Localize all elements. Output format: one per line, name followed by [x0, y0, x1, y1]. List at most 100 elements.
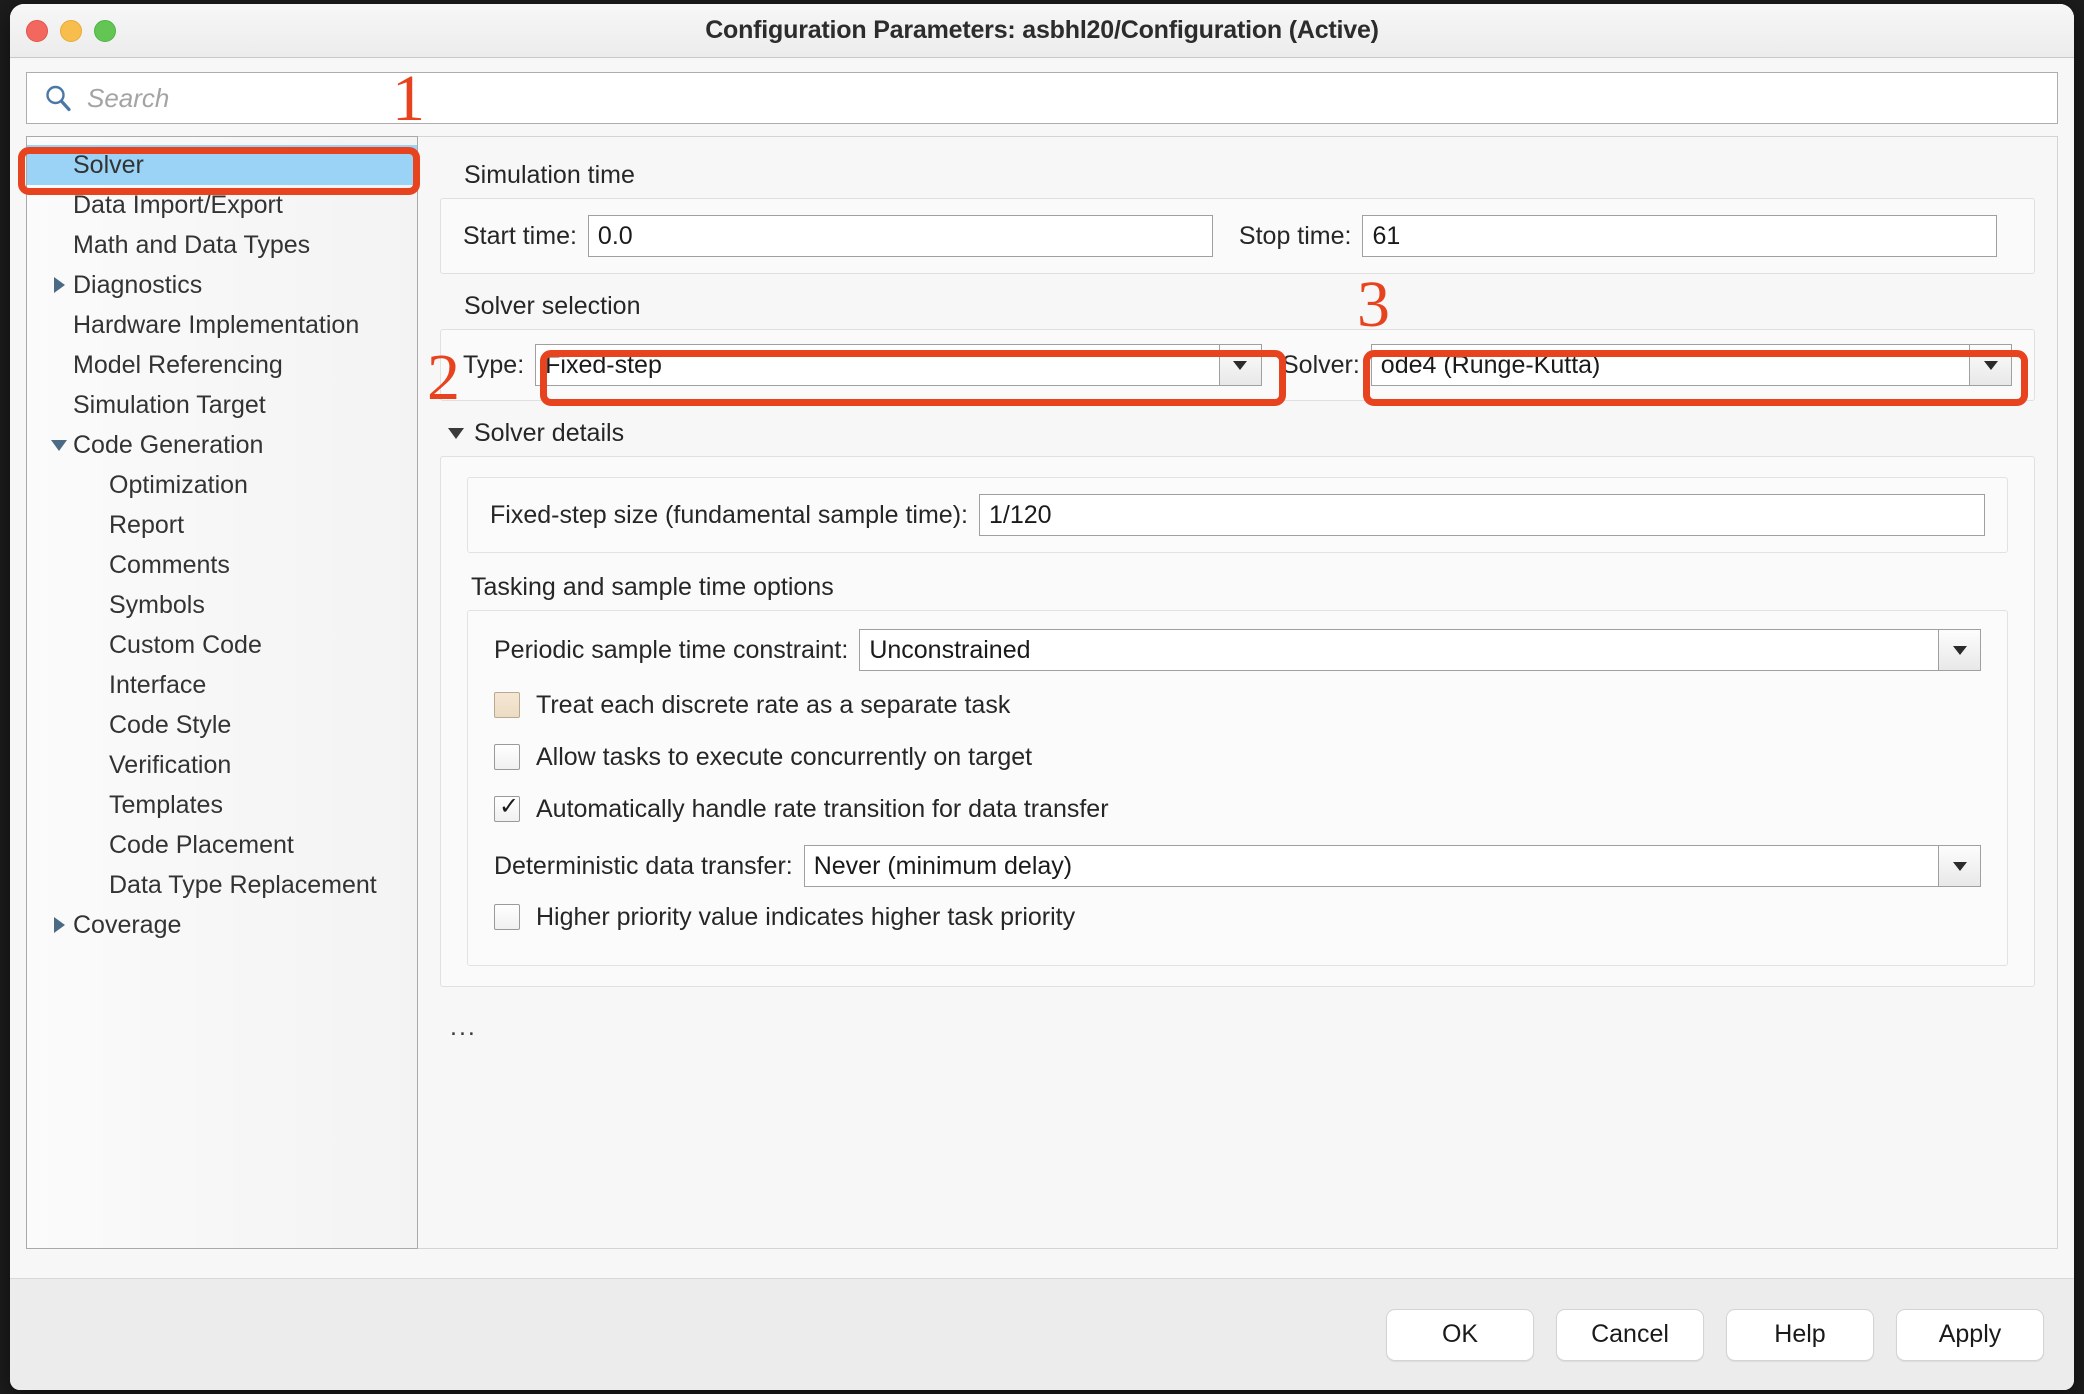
- treat-discrete-rate-label: Treat each discrete rate as a separate t…: [536, 690, 1011, 719]
- auto-rate-transition-checkbox[interactable]: ✓: [494, 793, 520, 822]
- chevron-right-icon[interactable]: [49, 277, 69, 293]
- dialog-button-bar: OK Cancel Help Apply: [10, 1278, 2074, 1390]
- solver-settings-pane: Simulation time Start time: 0.0 Stop tim…: [418, 136, 2058, 1249]
- tasking-options-group: Periodic sample time constraint: Unconst…: [467, 610, 2008, 966]
- settings-tree[interactable]: Solver Data Import/Export Math and Data …: [26, 136, 418, 1249]
- solver-details-disclosure[interactable]: Solver details: [448, 419, 2035, 448]
- sidebar-item-solver[interactable]: Solver: [27, 145, 417, 185]
- chevron-down-icon[interactable]: [1969, 345, 2011, 385]
- higher-priority-row[interactable]: Higher priority value indicates higher t…: [494, 891, 1981, 943]
- sidebar-item-label: Interface: [109, 670, 207, 699]
- sidebar-item-code-generation[interactable]: Code Generation: [27, 425, 417, 465]
- configuration-parameters-window: Configuration Parameters: asbhl20/Config…: [10, 4, 2074, 1390]
- sidebar-item-label: Code Style: [109, 710, 232, 739]
- solver-type-label: Type:: [463, 350, 525, 379]
- sidebar-item-label: Coverage: [73, 910, 182, 939]
- periodic-sample-time-combo[interactable]: Unconstrained: [859, 629, 1981, 671]
- help-button[interactable]: Help: [1726, 1308, 1874, 1361]
- simulation-time-row: Start time: 0.0 Stop time: 61: [463, 215, 2012, 257]
- stop-time-label: Stop time:: [1238, 221, 1352, 250]
- start-time-field[interactable]: 0.0: [587, 215, 1213, 257]
- sidebar-item-templates[interactable]: Templates: [27, 785, 417, 825]
- chevron-down-icon[interactable]: [1938, 630, 1980, 670]
- sidebar-item-label: Simulation Target: [73, 390, 266, 419]
- sidebar-item-coverage[interactable]: Coverage: [27, 905, 417, 945]
- stop-time-field[interactable]: 61: [1362, 215, 1998, 257]
- sidebar-item-label: Custom Code: [109, 630, 262, 659]
- sidebar-item-math-and-data-types[interactable]: Math and Data Types: [27, 225, 417, 265]
- solver-combo[interactable]: ode4 (Runge-Kutta): [1370, 344, 2012, 386]
- chevron-down-icon[interactable]: [49, 439, 69, 451]
- chevron-right-icon[interactable]: [49, 917, 69, 933]
- sidebar-item-label: Templates: [109, 790, 223, 819]
- sidebar-item-report[interactable]: Report: [27, 505, 417, 545]
- sidebar-item-label: Hardware Implementation: [73, 310, 360, 339]
- sidebar-item-data-type-replacement[interactable]: Data Type Replacement: [27, 865, 417, 905]
- traffic-light-buttons: [26, 19, 116, 42]
- sidebar-item-interface[interactable]: Interface: [27, 665, 417, 705]
- solver-type-combo[interactable]: Fixed-step: [535, 344, 1262, 386]
- search-icon: [46, 85, 71, 112]
- checkmark-icon: ✓: [499, 793, 520, 820]
- window-body: Search Solver Data Import/Export Math an…: [10, 58, 2074, 1278]
- cancel-button[interactable]: Cancel: [1556, 1308, 1704, 1361]
- search-input[interactable]: Search: [26, 72, 2058, 124]
- minimize-window-button[interactable]: [60, 19, 82, 42]
- allow-concurrent-tasks-checkbox[interactable]: [494, 744, 520, 770]
- deterministic-data-transfer-label: Deterministic data transfer:: [494, 851, 793, 880]
- sidebar-item-diagnostics[interactable]: Diagnostics: [27, 265, 417, 305]
- close-window-button[interactable]: [26, 19, 48, 42]
- fixed-step-group: Fixed-step size (fundamental sample time…: [467, 477, 2008, 553]
- solver-details-group: Fixed-step size (fundamental sample time…: [440, 456, 2035, 987]
- more-options-ellipsis[interactable]: ...: [450, 1013, 2035, 1042]
- periodic-sample-time-label: Periodic sample time constraint:: [494, 635, 849, 664]
- sidebar-item-verification[interactable]: Verification: [27, 745, 417, 785]
- start-time-label: Start time:: [463, 221, 577, 250]
- main-split: Solver Data Import/Export Math and Data …: [26, 136, 2058, 1249]
- apply-button[interactable]: Apply: [1896, 1308, 2044, 1361]
- window-title: Configuration Parameters: asbhl20/Config…: [705, 16, 1379, 44]
- deterministic-data-transfer-combo[interactable]: Never (minimum delay): [803, 845, 1981, 887]
- deterministic-data-transfer-row: Deterministic data transfer: Never (mini…: [494, 845, 1981, 887]
- sidebar-item-symbols[interactable]: Symbols: [27, 585, 417, 625]
- chevron-down-icon[interactable]: [448, 428, 464, 439]
- auto-rate-transition-row[interactable]: ✓ Automatically handle rate transition f…: [494, 783, 1981, 835]
- sidebar-item-custom-code[interactable]: Custom Code: [27, 625, 417, 665]
- treat-discrete-rate-checkbox[interactable]: [494, 692, 520, 718]
- sidebar-item-label: Diagnostics: [73, 270, 203, 299]
- search-placeholder: Search: [87, 82, 170, 113]
- sidebar-item-label: Report: [109, 510, 185, 539]
- allow-concurrent-tasks-row[interactable]: Allow tasks to execute concurrently on t…: [494, 731, 1981, 783]
- treat-discrete-rate-row[interactable]: Treat each discrete rate as a separate t…: [494, 679, 1981, 731]
- sidebar-item-label: Data Import/Export: [73, 190, 283, 219]
- fixed-step-size-field[interactable]: 1/120: [978, 494, 1985, 536]
- sidebar-item-label: Optimization: [109, 470, 248, 499]
- allow-concurrent-tasks-label: Allow tasks to execute concurrently on t…: [536, 742, 1033, 771]
- simulation-time-heading: Simulation time: [464, 161, 635, 189]
- sidebar-item-hardware-implementation[interactable]: Hardware Implementation: [27, 305, 417, 345]
- sidebar-item-optimization[interactable]: Optimization: [27, 465, 417, 505]
- sidebar-item-data-import-export[interactable]: Data Import/Export: [27, 185, 417, 225]
- fixed-step-size-label: Fixed-step size (fundamental sample time…: [490, 500, 968, 529]
- sidebar-item-simulation-target[interactable]: Simulation Target: [27, 385, 417, 425]
- solver-selection-group: Type: Fixed-step Solver: ode4 (Runge-Kut…: [440, 329, 2035, 401]
- sidebar-item-label: Data Type Replacement: [109, 870, 377, 899]
- zoom-window-button[interactable]: [94, 19, 116, 42]
- periodic-sample-time-value: Unconstrained: [869, 635, 1031, 664]
- solver-value: ode4 (Runge-Kutta): [1380, 350, 1601, 379]
- sidebar-item-comments[interactable]: Comments: [27, 545, 417, 585]
- solver-type-value: Fixed-step: [545, 350, 662, 379]
- simulation-time-group: Start time: 0.0 Stop time: 61: [440, 198, 2035, 274]
- sidebar-item-code-placement[interactable]: Code Placement: [27, 825, 417, 865]
- solver-selection-row: Type: Fixed-step Solver: ode4 (Runge-Kut…: [463, 344, 2012, 386]
- auto-rate-transition-label: Automatically handle rate transition for…: [536, 794, 1109, 823]
- sidebar-item-code-style[interactable]: Code Style: [27, 705, 417, 745]
- chevron-down-icon[interactable]: [1218, 345, 1261, 385]
- ok-button[interactable]: OK: [1386, 1308, 1534, 1361]
- tasking-options-heading: Tasking and sample time options: [471, 573, 834, 601]
- sidebar-item-label: Solver: [73, 150, 144, 179]
- sidebar-item-model-referencing[interactable]: Model Referencing: [27, 345, 417, 385]
- sidebar-item-label: Code Placement: [109, 830, 294, 859]
- chevron-down-icon[interactable]: [1938, 846, 1980, 886]
- higher-priority-checkbox[interactable]: [494, 904, 520, 930]
